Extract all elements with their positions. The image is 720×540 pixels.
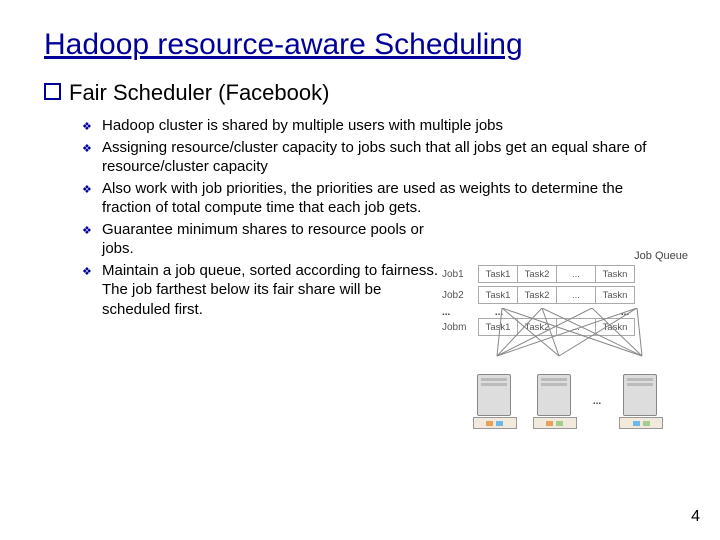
list-item: ❖ Also work with job priorities, the prio… [82, 179, 676, 218]
server-icon [533, 374, 575, 429]
list-item: ❖ Maintain a job queue, sorted according … [82, 261, 442, 320]
list-item-text: Assigning resource/cluster capacity to j… [102, 139, 646, 176]
list-item: ❖ Assigning resource/cluster capacity to … [82, 138, 676, 177]
server-row: ... [442, 374, 692, 429]
job-row: Job2 Task1 Task2 ... Taskn [442, 286, 692, 304]
list-item-text: Also work with job priorities, the prior… [102, 180, 623, 217]
job-queue-diagram: Job Queue Job1 Task1 Task2 ... Taskn Job… [442, 250, 692, 429]
slide-title: Hadoop resource-aware Scheduling [44, 28, 676, 62]
task-cell: Taskn [596, 266, 634, 282]
server-dots: ... [593, 396, 601, 407]
server-icon [619, 374, 661, 429]
task-cells: Task1 Task2 ... Taskn [478, 286, 635, 304]
list-item-text: Maintain a job queue, sorted according t… [102, 262, 438, 318]
server-icon [473, 374, 515, 429]
diamond-bullet-icon: ❖ [82, 144, 92, 155]
list-item: ❖ Guarantee minimum shares to resource po… [82, 220, 442, 259]
task-cell: Task1 [479, 287, 518, 303]
page-number: 4 [691, 508, 700, 526]
connection-lines [442, 308, 692, 368]
list-item-text: Hadoop cluster is shared by multiple use… [102, 117, 503, 134]
subheading-text: Fair Scheduler (Facebook) [69, 80, 329, 105]
task-cell: Taskn [596, 287, 634, 303]
square-bullet-icon [44, 83, 61, 100]
list-item-text: Guarantee minimum shares to resource poo… [102, 221, 424, 258]
task-cell: ... [557, 287, 596, 303]
task-cell: ... [557, 266, 596, 282]
queue-label: Job Queue [442, 250, 688, 262]
diamond-bullet-icon: ❖ [82, 185, 92, 196]
task-cell: Task1 [479, 266, 518, 282]
task-cell: Task2 [518, 287, 557, 303]
subheading: Fair Scheduler (Facebook) [44, 80, 676, 106]
diamond-bullet-icon: ❖ [82, 122, 92, 133]
job-label: Job1 [442, 269, 478, 280]
task-cells: Task1 Task2 ... Taskn [478, 265, 635, 283]
diamond-bullet-icon: ❖ [82, 267, 92, 278]
list-item: ❖ Hadoop cluster is shared by multiple us… [82, 116, 676, 136]
job-label: Job2 [442, 290, 478, 301]
diamond-bullet-icon: ❖ [82, 226, 92, 237]
job-row: Job1 Task1 Task2 ... Taskn [442, 265, 692, 283]
task-cell: Task2 [518, 266, 557, 282]
